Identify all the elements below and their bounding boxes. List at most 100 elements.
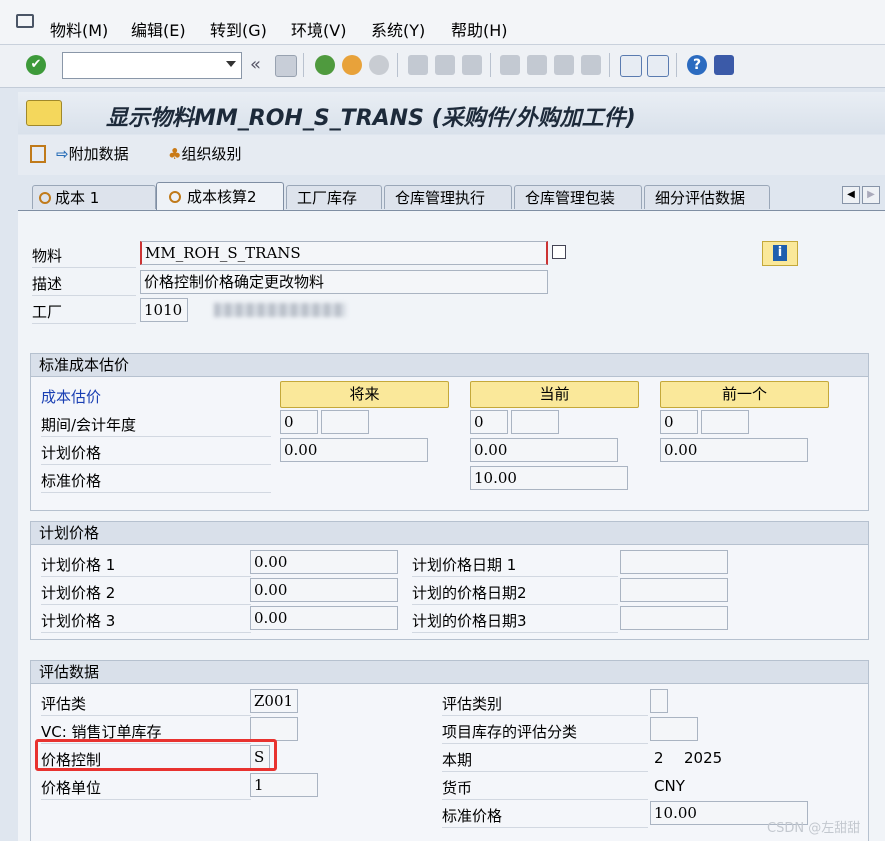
previous-planned-price-field[interactable]: 0.00 — [660, 438, 808, 462]
tab-plant-stock[interactable]: 工厂库存 — [286, 185, 382, 209]
cancel-icon[interactable] — [369, 55, 389, 75]
previous-period-field[interactable]: 0 — [660, 410, 698, 434]
additional-data-label: 附加数据 — [68, 145, 129, 163]
future-period-value: 0 — [284, 413, 294, 431]
next-page-icon[interactable] — [554, 55, 574, 75]
menu-goto[interactable]: 转到(G) — [210, 17, 267, 41]
current-standard-price-value: 10.00 — [474, 469, 517, 487]
tab-scroll-left-icon[interactable]: ◀ — [842, 186, 860, 204]
vc-sales-order-stock-field[interactable] — [250, 717, 298, 741]
standard-toolbar: ✔ « ? — [0, 45, 885, 88]
tab-strip: 成本 1 成本核算2 工厂库存 仓库管理执行 仓库管理包装 细分评估数据 ◀ ▶ — [18, 182, 885, 210]
valuation-group: 评估数据 评估类 Z001 VC: 销售订单库存 价格控制 S 价格单位 1 评… — [30, 660, 869, 841]
command-field[interactable] — [62, 52, 242, 79]
planned-price-1-label: 计划价格 1 — [41, 556, 116, 574]
std-price-label: 标准价格 — [442, 807, 503, 825]
menu-system[interactable]: 系统(Y) — [371, 17, 425, 41]
period-year-label: 期间/会计年度 — [41, 416, 137, 434]
planned-price-3-field[interactable]: 0.00 — [250, 606, 398, 630]
valuation-category-field[interactable] — [650, 689, 668, 713]
planned-price-date-1-field[interactable] — [620, 550, 728, 574]
print-icon[interactable] — [408, 55, 428, 75]
menu-help[interactable]: 帮助(H) — [451, 17, 508, 41]
previous-planned-price-value: 0.00 — [664, 441, 698, 459]
org-levels-button[interactable]: ♣组织级别 — [168, 143, 241, 164]
previous-button[interactable]: 前一个 — [660, 381, 829, 408]
planned-price-date-3-field[interactable] — [620, 606, 728, 630]
find-icon[interactable] — [435, 55, 455, 75]
tab-label: 工厂库存 — [297, 189, 358, 207]
project-stock-valuation-label: 项目库存的评估分类 — [442, 723, 578, 741]
cost-estimate-label: 成本估价 — [41, 388, 102, 406]
tab-label: 细分评估数据 — [655, 189, 746, 207]
project-stock-valuation-field[interactable] — [650, 717, 698, 741]
find-next-icon[interactable] — [462, 55, 482, 75]
tab-costing-2[interactable]: 成本核算2 — [156, 182, 284, 210]
planned-price-1-field[interactable]: 0.00 — [250, 550, 398, 574]
current-button[interactable]: 当前 — [470, 381, 639, 408]
new-session-icon[interactable] — [620, 55, 642, 77]
tab-wm-execution[interactable]: 仓库管理执行 — [384, 185, 512, 209]
price-unit-field[interactable]: 1 — [250, 773, 318, 797]
planned-price-date-2-field[interactable] — [620, 578, 728, 602]
planned-price-date-1-label: 计划价格日期 1 — [412, 556, 517, 574]
future-period-field[interactable]: 0 — [280, 410, 318, 434]
prev-page-icon[interactable] — [527, 55, 547, 75]
display-change-icon[interactable] — [30, 145, 46, 163]
menu-edit[interactable]: 编辑(E) — [131, 17, 186, 41]
standard-cost-title: 标准成本估价 — [31, 354, 868, 377]
exit-icon[interactable] — [342, 55, 362, 75]
tab-scroll-right-icon[interactable]: ▶ — [862, 186, 880, 204]
last-page-icon[interactable] — [581, 55, 601, 75]
tab-view-icon — [39, 192, 51, 204]
shortcut-icon[interactable] — [647, 55, 669, 77]
current-button-label: 当前 — [539, 385, 570, 403]
previous-year-field[interactable] — [701, 410, 749, 434]
planned-price-2-field[interactable]: 0.00 — [250, 578, 398, 602]
current-standard-price-field[interactable]: 10.00 — [470, 466, 628, 490]
valuation-category-label: 评估类别 — [442, 695, 503, 713]
current-planned-price-field[interactable]: 0.00 — [470, 438, 618, 462]
future-planned-price-field[interactable]: 0.00 — [280, 438, 428, 462]
current-year-field[interactable] — [511, 410, 559, 434]
help-icon[interactable]: ? — [687, 55, 707, 75]
menu-environment[interactable]: 环境(V) — [291, 17, 346, 41]
title-bar: 显示物料MM_ROH_S_TRANS (采购件/外购加工件) — [18, 92, 885, 134]
additional-data-button[interactable]: ⇨附加数据 — [56, 143, 129, 164]
tab-wm-packaging[interactable]: 仓库管理包装 — [514, 185, 642, 209]
layout-settings-icon[interactable] — [714, 55, 734, 75]
future-button[interactable]: 将来 — [280, 381, 449, 408]
back-icon[interactable] — [315, 55, 335, 75]
planned-price-1-value: 0.00 — [254, 553, 288, 571]
current-period-field[interactable]: 0 — [470, 410, 508, 434]
current-period-value: 0 — [474, 413, 484, 431]
planned-price-date-2-label: 计划的价格日期2 — [412, 584, 527, 602]
enter-check-icon[interactable]: ✔ — [26, 55, 46, 75]
previous-period-value: 0 — [664, 413, 674, 431]
menu-material[interactable]: 物料(M) — [50, 17, 108, 41]
save-icon[interactable] — [275, 55, 297, 77]
application-toolbar: ⇨附加数据 ♣组织级别 — [18, 135, 885, 175]
first-page-icon[interactable] — [500, 55, 520, 75]
collapse-icon[interactable]: « — [250, 54, 261, 75]
tab-split-valuation[interactable]: 细分评估数据 — [644, 185, 770, 209]
material-field[interactable]: MM_ROH_S_TRANS — [140, 241, 548, 265]
copy-window-icon[interactable] — [552, 245, 566, 259]
valuation-class-field[interactable]: Z001 — [250, 689, 298, 713]
material-value: MM_ROH_S_TRANS — [145, 244, 301, 262]
planned-price-title: 计划价格 — [31, 522, 868, 545]
current-planned-price-value: 0.00 — [474, 441, 508, 459]
description-field[interactable]: 价格控制价格确定更改物料 — [140, 270, 548, 294]
planned-price-2-label: 计划价格 2 — [41, 584, 116, 602]
plant-name-blurred — [214, 303, 346, 317]
currency-value: CNY — [654, 777, 685, 795]
system-menu-icon[interactable] — [16, 14, 34, 28]
tab-content: 物料 MM_ROH_S_TRANS i 描述 价格控制价格确定更改物料 工厂 1… — [18, 210, 885, 841]
info-icon[interactable]: i — [762, 241, 798, 266]
transaction-icon[interactable] — [26, 100, 62, 126]
plant-field[interactable]: 1010 — [140, 298, 188, 322]
description-label: 描述 — [32, 275, 63, 293]
dropdown-arrow-icon[interactable] — [226, 61, 236, 67]
tab-costing-1[interactable]: 成本 1 — [32, 185, 156, 209]
future-year-field[interactable] — [321, 410, 369, 434]
